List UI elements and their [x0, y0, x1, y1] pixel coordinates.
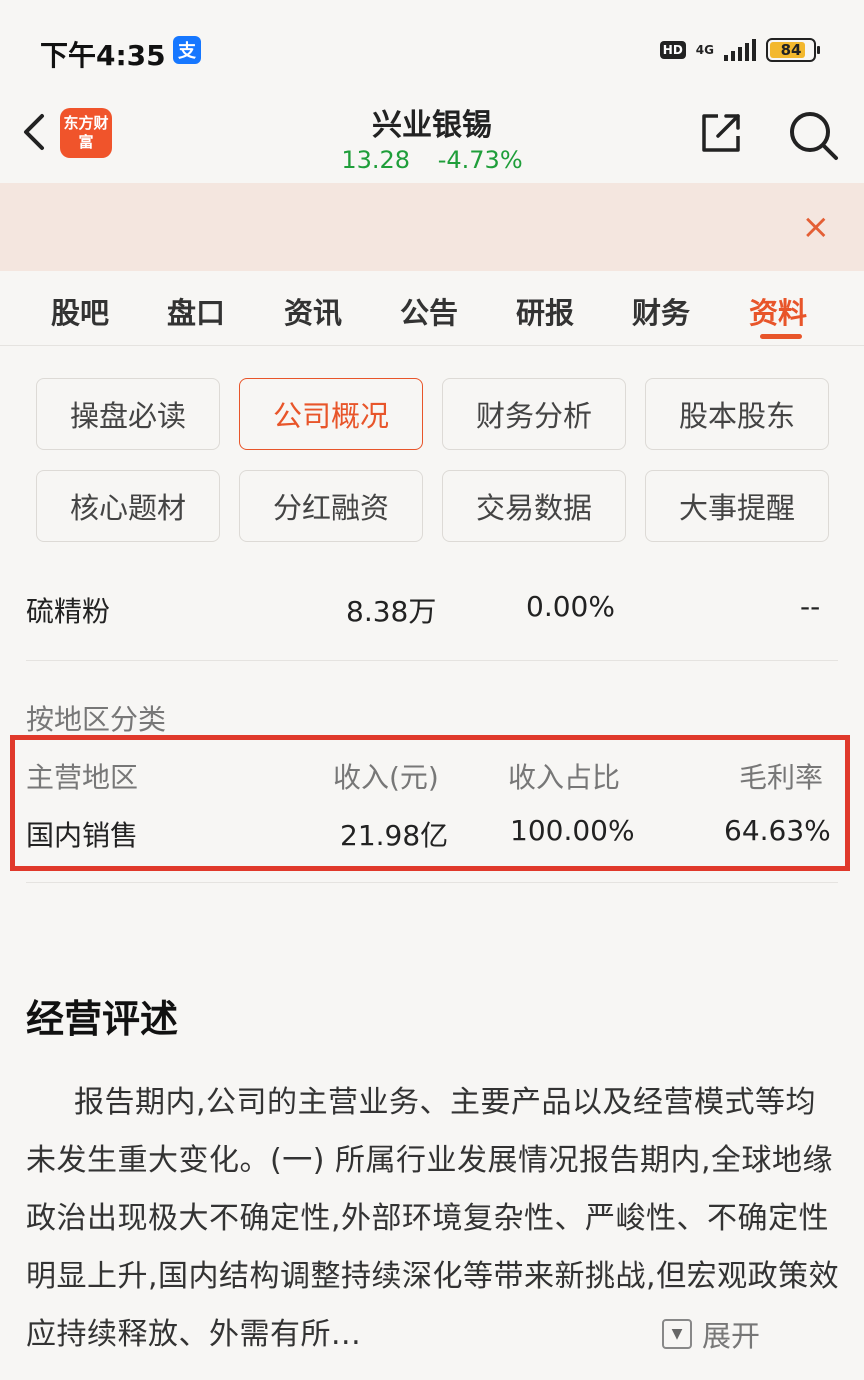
search-icon[interactable]	[786, 108, 840, 162]
subtab-events[interactable]: 大事提醒	[645, 470, 829, 542]
region-revenue: 21.98亿	[340, 819, 449, 852]
stock-change: -4.73%	[437, 146, 523, 174]
tab-finance[interactable]: 财务	[632, 290, 690, 332]
region-section-label: 按地区分类	[26, 703, 167, 736]
subtab-dividends[interactable]: 分红融资	[239, 470, 423, 542]
tab-profile[interactable]: 资料	[749, 290, 807, 332]
expand-label: 展开	[702, 1319, 761, 1353]
col-header-region: 主营地区	[26, 761, 139, 794]
expand-icon: ▼	[662, 1319, 692, 1349]
hd-icon: HD	[659, 41, 686, 59]
tab-news[interactable]: 资讯	[284, 290, 342, 332]
promo-banner: ×	[0, 183, 864, 271]
tab-pankou[interactable]: 盘口	[167, 290, 225, 332]
tab-announcements[interactable]: 公告	[400, 290, 458, 332]
status-time: 下午4:35	[40, 39, 166, 72]
main-tab-bar: 股吧 盘口 资讯 公告 研报 财务 资料	[0, 272, 864, 346]
col-header-revenue: 收入(元)	[333, 761, 439, 794]
alipay-icon: 支	[173, 36, 201, 64]
subtab-trading-data[interactable]: 交易数据	[442, 470, 626, 542]
subtab-core-themes[interactable]: 核心题材	[36, 470, 220, 542]
signal-icon	[724, 39, 756, 61]
region-margin: 64.63%	[724, 814, 831, 847]
product-revenue: 8.38万	[346, 595, 437, 628]
stock-price: 13.28	[341, 146, 411, 174]
region-name: 国内销售	[26, 819, 139, 852]
product-margin: --	[800, 590, 821, 623]
col-header-margin: 毛利率	[739, 761, 824, 794]
region-ratio: 100.00%	[510, 814, 635, 847]
network-type-icon: 4G	[695, 43, 714, 57]
subtab-financial-analysis[interactable]: 财务分析	[442, 378, 626, 450]
tab-guba[interactable]: 股吧	[51, 290, 109, 332]
subtab-company-overview[interactable]: 公司概况	[239, 378, 423, 450]
review-title: 经营评述	[26, 997, 179, 1041]
share-icon[interactable]	[698, 110, 744, 156]
expand-button[interactable]: ▼ 展开	[662, 1313, 760, 1355]
row-divider	[26, 882, 838, 883]
product-ratio: 0.00%	[526, 590, 615, 623]
battery-level: 84	[780, 41, 802, 59]
battery-icon: 84	[766, 38, 820, 62]
col-header-ratio: 收入占比	[508, 761, 621, 794]
battery-tip	[817, 46, 820, 54]
subtab-trading-guide[interactable]: 操盘必读	[36, 378, 220, 450]
tab-research[interactable]: 研报	[516, 290, 574, 332]
stock-header: 东方财富 兴业银锡 13.28 -4.73%	[0, 100, 864, 182]
product-name: 硫精粉	[26, 595, 111, 628]
row-divider	[26, 660, 838, 661]
status-indicators: HD 4G 84	[659, 38, 820, 62]
subtab-shareholders[interactable]: 股本股东	[645, 378, 829, 450]
active-tab-indicator	[760, 334, 802, 339]
close-icon[interactable]: ×	[802, 207, 831, 247]
status-bar: 下午4:35 支 HD 4G 84	[0, 0, 864, 100]
